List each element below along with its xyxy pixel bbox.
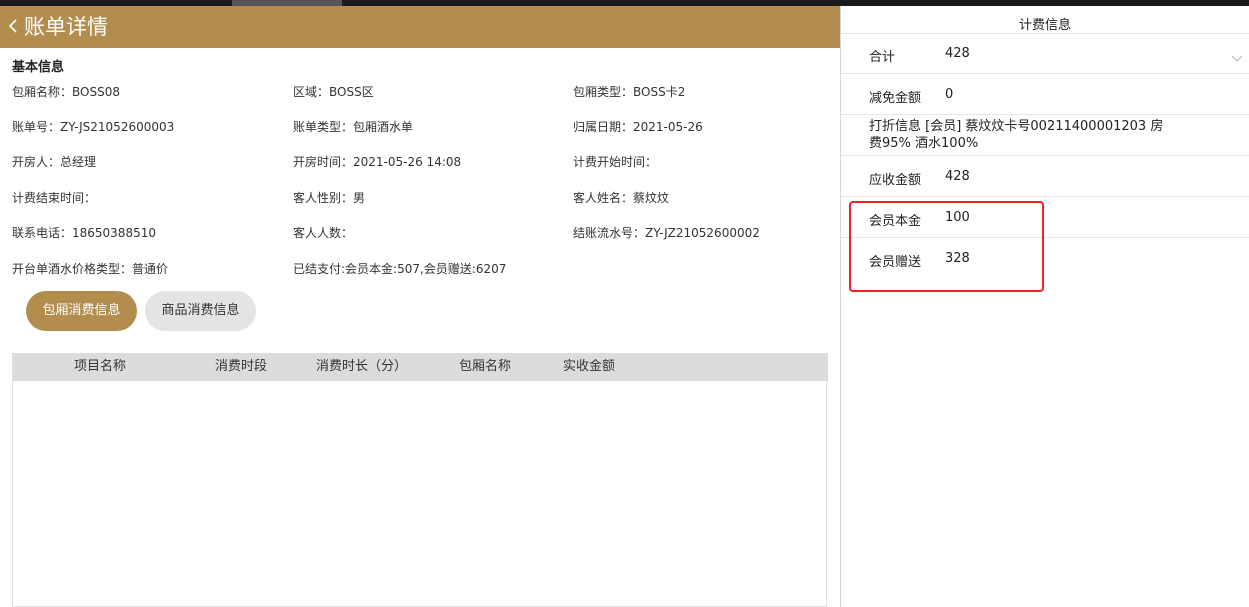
basic-info-title: 基本信息: [12, 60, 65, 75]
total-label: 合计: [869, 50, 896, 65]
belong-date-field: 归属日期：2021-05-26: [573, 120, 703, 134]
billing-title: 计费信息: [1018, 18, 1071, 33]
col-amount: 实收金额: [563, 359, 616, 374]
discount-value: 0: [945, 87, 954, 102]
receivable-label: 应收金额: [869, 173, 922, 188]
settlement-serial-field: 结账流水号：ZY-JZ21052600002: [573, 226, 760, 240]
page-header: 账单详情: [0, 6, 840, 48]
bill-number-field: 账单号：ZY-JS21052600003: [12, 120, 175, 134]
separator: [841, 33, 1249, 34]
total-value: 428: [945, 46, 970, 61]
col-room-name: 包厢名称: [459, 359, 512, 374]
area-field: 区域：BOSS区: [293, 85, 374, 99]
consumption-table: 项目名称 消费时段 消费时长（分） 包厢名称 实收金额: [12, 353, 828, 607]
bill-type-field: 账单类型：包厢酒水单: [293, 120, 414, 134]
separator: [841, 155, 1249, 156]
phone-field: 联系电话：18650388510: [12, 226, 156, 240]
table-header: 项目名称 消费时段 消费时长（分） 包厢名称 实收金额: [13, 353, 828, 381]
chevron-down-icon[interactable]: [1231, 48, 1243, 67]
separator: [841, 114, 1249, 115]
price-type-field: 开台单酒水价格类型：普通价: [12, 262, 169, 276]
guest-name-field: 客人姓名：蔡炆炆: [573, 191, 670, 205]
receivable-value: 428: [945, 169, 970, 184]
col-time-period: 消费时段: [215, 359, 268, 374]
highlight-box: [849, 201, 1044, 292]
col-item-name: 项目名称: [74, 359, 127, 374]
billing-start-field: 计费开始时间：: [573, 155, 658, 169]
guest-count-field: 客人人数：: [293, 226, 354, 240]
back-chevron-icon[interactable]: [6, 16, 20, 36]
open-time-field: 开房时间：2021-05-26 14:08: [293, 155, 462, 169]
room-type-field: 包厢类型：BOSS卡2: [573, 85, 686, 99]
paid-field: 已结支付:会员本金:507,会员赠送:6207: [293, 262, 507, 276]
discount-label: 减免金额: [869, 91, 922, 106]
discount-info-line2: 费95% 酒水100%: [869, 136, 979, 151]
col-duration: 消费时长（分）: [316, 359, 408, 374]
separator: [841, 196, 1249, 197]
page-title: 账单详情: [24, 15, 108, 39]
guest-gender-field: 客人性别：男: [293, 191, 366, 205]
bill-detail-panel: 账单详情 基本信息 包厢名称：BOSS08 区域：BOSS区 包厢类型：BOSS…: [0, 6, 840, 607]
billing-end-field: 计费结束时间：: [12, 191, 97, 205]
room-name-field: 包厢名称：BOSS08: [12, 85, 120, 99]
discount-info-line1: 打折信息 [会员] 蔡炆炆卡号00211400001203 房: [869, 119, 1164, 134]
tab-goods-consumption[interactable]: 商品消费信息: [145, 291, 256, 331]
billing-panel: 计费信息 合计 428 减免金额 0 打折信息 [会员] 蔡炆炆卡号002114…: [841, 6, 1249, 607]
opener-field: 开房人：总经理: [12, 155, 97, 169]
tab-room-consumption[interactable]: 包厢消费信息: [26, 291, 137, 331]
separator: [841, 73, 1249, 74]
